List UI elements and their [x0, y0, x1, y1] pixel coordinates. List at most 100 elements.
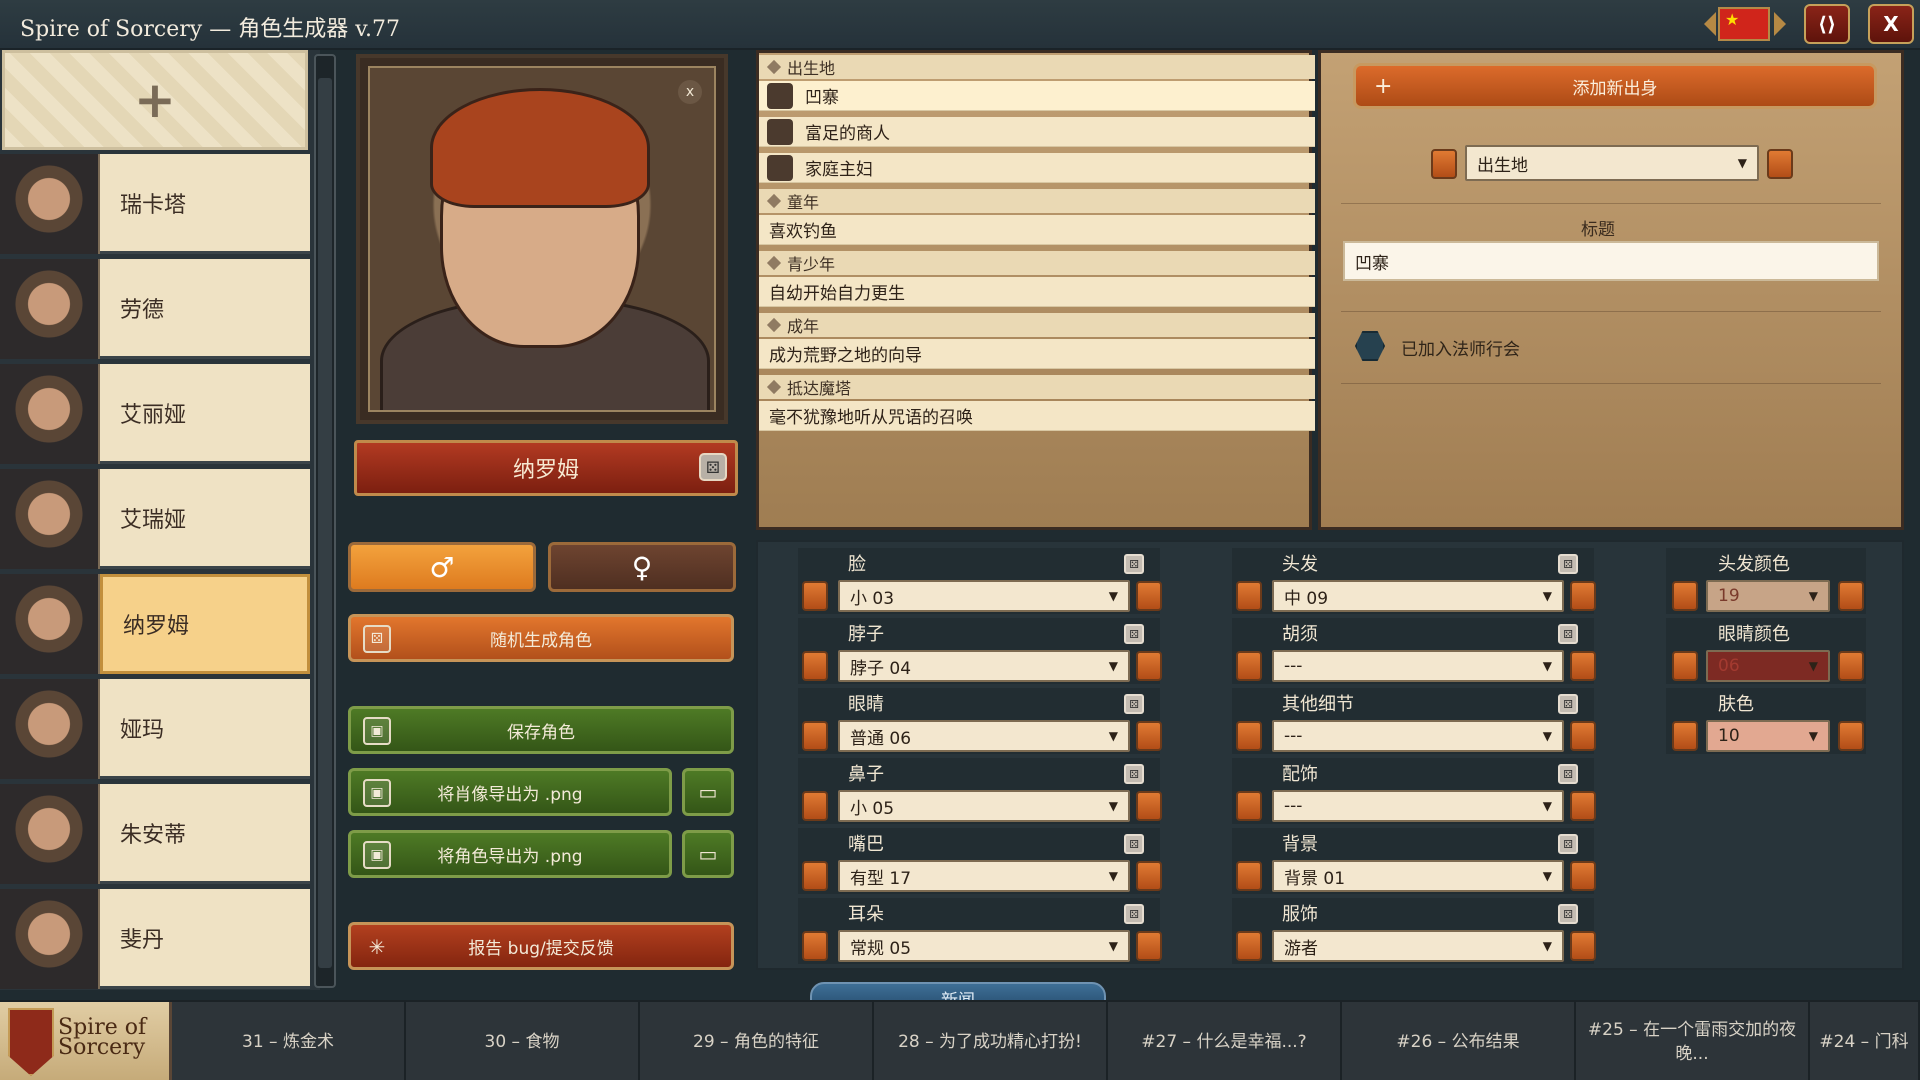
prev-button[interactable] — [1236, 581, 1262, 611]
character-row[interactable]: 瑞卡塔 — [0, 154, 310, 254]
feature-select[interactable]: 小 03 ▼ — [838, 580, 1130, 612]
prev-button[interactable] — [1236, 651, 1262, 681]
language-next-icon[interactable] — [1774, 12, 1786, 36]
character-row[interactable]: 劳德 — [0, 259, 310, 359]
prev-button[interactable] — [802, 581, 828, 611]
prev-button[interactable] — [1672, 721, 1698, 751]
category-next-button[interactable] — [1767, 149, 1793, 179]
next-button[interactable] — [1570, 581, 1596, 611]
feature-select[interactable]: --- ▼ — [1272, 720, 1564, 752]
feature-select[interactable]: 背景 01 ▼ — [1272, 860, 1564, 892]
color-select[interactable]: 10 ▼ — [1706, 720, 1830, 752]
prev-button[interactable] — [802, 931, 828, 961]
news-item[interactable]: 30 – 食物 — [406, 1002, 640, 1080]
feature-select[interactable]: 游者 ▼ — [1272, 930, 1564, 962]
prev-button[interactable] — [1672, 651, 1698, 681]
color-select[interactable]: 19 ▼ — [1706, 580, 1830, 612]
prev-button[interactable] — [802, 721, 828, 751]
feature-select[interactable]: 小 05 ▼ — [838, 790, 1130, 822]
next-button[interactable] — [1136, 931, 1162, 961]
random-dice-icon[interactable]: ⚄ — [1124, 764, 1144, 784]
open-character-folder-button[interactable]: ▭ — [682, 830, 734, 878]
open-portrait-folder-button[interactable]: ▭ — [682, 768, 734, 816]
story-item[interactable]: 喜欢钓鱼 — [759, 215, 1315, 245]
next-button[interactable] — [1838, 581, 1864, 611]
character-row[interactable]: 艾瑞娅 — [0, 469, 310, 569]
origin-title-input[interactable]: 凹寨 — [1343, 241, 1879, 281]
feature-select[interactable]: 脖子 04 ▼ — [838, 650, 1130, 682]
prev-button[interactable] — [1236, 861, 1262, 891]
random-dice-icon[interactable]: ⚄ — [1558, 764, 1578, 784]
story-item[interactable]: 成为荒野之地的向导 — [759, 339, 1315, 369]
news-item[interactable]: #27 – 什么是幸福...? — [1108, 1002, 1342, 1080]
news-item[interactable]: #24 – 门科 — [1810, 1002, 1920, 1080]
add-character-button[interactable]: + — [2, 50, 308, 150]
prev-button[interactable] — [1236, 931, 1262, 961]
random-dice-icon[interactable]: ⚄ — [1558, 554, 1578, 574]
prev-button[interactable] — [1236, 791, 1262, 821]
save-character-button[interactable]: ▣ 保存角色 — [348, 706, 734, 754]
next-button[interactable] — [1570, 861, 1596, 891]
news-item[interactable]: 31 – 炼金术 — [172, 1002, 406, 1080]
random-name-dice-icon[interactable]: ⚄ — [699, 453, 727, 481]
next-button[interactable] — [1570, 651, 1596, 681]
add-origin-button[interactable]: + 添加新出身 — [1353, 63, 1877, 109]
random-dice-icon[interactable]: ⚄ — [1124, 624, 1144, 644]
next-button[interactable] — [1136, 721, 1162, 751]
random-dice-icon[interactable]: ⚄ — [1124, 834, 1144, 854]
prev-button[interactable] — [1236, 721, 1262, 751]
character-row[interactable]: 斐丹 — [0, 889, 310, 989]
news-item[interactable]: #26 – 公布结果 — [1342, 1002, 1576, 1080]
next-button[interactable] — [1570, 721, 1596, 751]
feature-select[interactable]: 普通 06 ▼ — [838, 720, 1130, 752]
next-button[interactable] — [1136, 651, 1162, 681]
mage-guild-checkbox[interactable] — [1355, 331, 1385, 361]
story-item[interactable]: 自幼开始自力更生 — [759, 277, 1315, 307]
random-character-button[interactable]: ⚄ 随机生成角色 — [348, 614, 734, 662]
character-row[interactable]: 艾丽娅 — [0, 364, 310, 464]
random-dice-icon[interactable]: ⚄ — [1124, 554, 1144, 574]
random-dice-icon[interactable]: ⚄ — [1558, 624, 1578, 644]
next-button[interactable] — [1570, 791, 1596, 821]
roster-scrollbar[interactable] — [314, 54, 336, 988]
layout-toggle-button[interactable]: ⟨⟩ — [1804, 4, 1850, 44]
next-button[interactable] — [1136, 791, 1162, 821]
prev-button[interactable] — [802, 651, 828, 681]
feature-select[interactable]: --- ▼ — [1272, 790, 1564, 822]
export-character-button[interactable]: ▣ 将角色导出为 .png — [348, 830, 672, 878]
portrait-close-icon[interactable]: x — [678, 80, 702, 104]
prev-button[interactable] — [1672, 581, 1698, 611]
character-row-selected[interactable]: 纳罗姆 — [0, 574, 310, 674]
female-button[interactable]: ♀ — [548, 542, 736, 592]
next-button[interactable] — [1838, 721, 1864, 751]
story-item[interactable]: 毫不犹豫地听从咒语的召唤 — [759, 401, 1315, 431]
random-dice-icon[interactable]: ⚄ — [1558, 694, 1578, 714]
feature-select[interactable]: 有型 17 ▼ — [838, 860, 1130, 892]
next-button[interactable] — [1838, 651, 1864, 681]
news-item[interactable]: 29 – 角色的特征 — [640, 1002, 874, 1080]
prev-button[interactable] — [802, 791, 828, 821]
next-button[interactable] — [1570, 931, 1596, 961]
scrollbar-thumb[interactable] — [318, 78, 332, 968]
feature-select[interactable]: --- ▼ — [1272, 650, 1564, 682]
male-button[interactable]: ♂ — [348, 542, 536, 592]
news-item[interactable]: #25 – 在一个雷雨交加的夜晚... — [1576, 1002, 1810, 1080]
random-dice-icon[interactable]: ⚄ — [1558, 834, 1578, 854]
story-item[interactable]: 富足的商人 — [759, 117, 1315, 147]
next-button[interactable] — [1136, 581, 1162, 611]
color-select[interactable]: 06 ▼ — [1706, 650, 1830, 682]
next-button[interactable] — [1136, 861, 1162, 891]
random-dice-icon[interactable]: ⚄ — [1124, 694, 1144, 714]
story-item[interactable]: 家庭主妇 — [759, 153, 1315, 183]
language-flag-icon[interactable]: ★ — [1718, 7, 1770, 41]
character-row[interactable]: 朱安蒂 — [0, 784, 310, 884]
feature-select[interactable]: 中 09 ▼ — [1272, 580, 1564, 612]
language-prev-icon[interactable] — [1704, 12, 1716, 36]
character-name-banner[interactable]: 纳罗姆 ⚄ — [354, 440, 738, 496]
news-item[interactable]: 28 – 为了成功精心打扮! — [874, 1002, 1108, 1080]
feature-select[interactable]: 常规 05 ▼ — [838, 930, 1130, 962]
category-prev-button[interactable] — [1431, 149, 1457, 179]
story-item[interactable]: 凹寨 — [759, 81, 1315, 111]
random-dice-icon[interactable]: ⚄ — [1558, 904, 1578, 924]
category-select[interactable]: 出生地 ▼ — [1465, 145, 1759, 181]
